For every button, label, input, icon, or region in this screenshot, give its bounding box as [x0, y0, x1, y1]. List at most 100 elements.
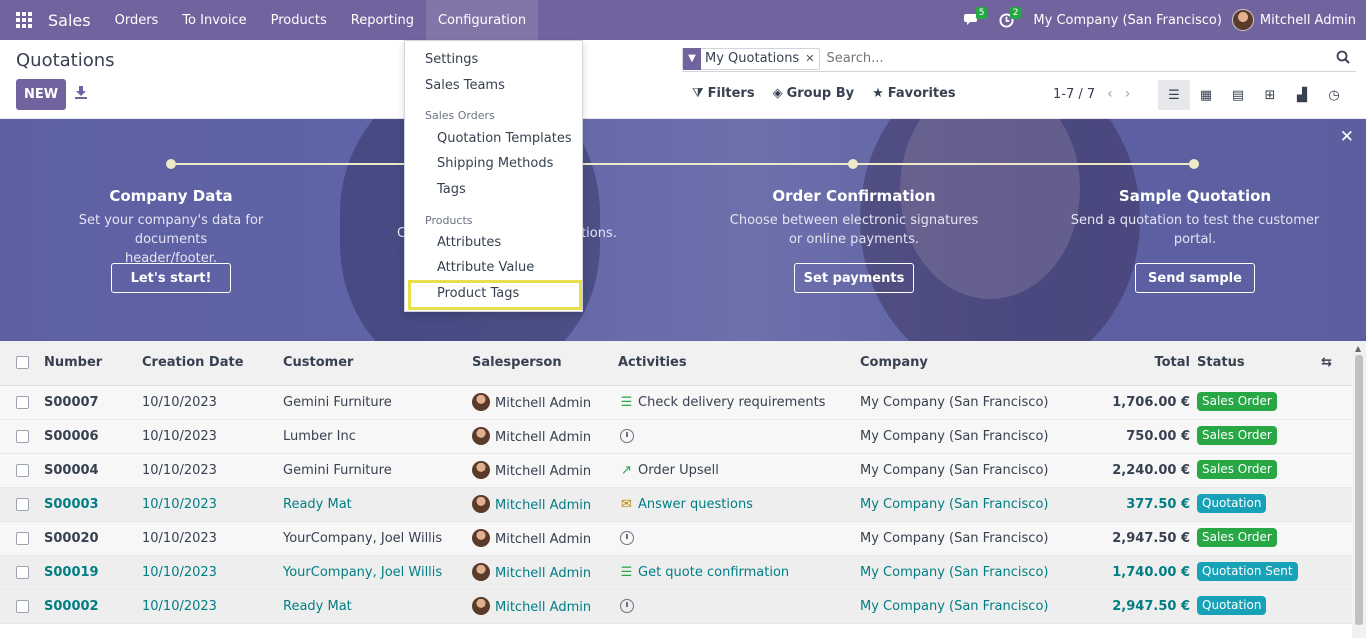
clock-icon: [620, 599, 634, 613]
row-activity[interactable]: ↗ Order Upsell: [618, 463, 719, 478]
row-checkbox[interactable]: [16, 532, 29, 545]
search-facet[interactable]: ▼ My Quotations ✕: [682, 47, 821, 70]
menu-item-attributes[interactable]: Attributes: [437, 235, 501, 250]
row-activity[interactable]: [620, 599, 634, 615]
menu-item-tags[interactable]: Tags: [437, 182, 466, 197]
table-row[interactable]: S00007 10/10/2023 Gemini Furniture Mitch…: [0, 386, 1352, 420]
menu-item-sales-teams[interactable]: Sales Teams: [425, 78, 505, 93]
row-total: 1,706.00 €: [1112, 395, 1190, 410]
activity-view-icon[interactable]: ◷: [1318, 80, 1350, 110]
menu-item-quotation-templates[interactable]: Quotation Templates: [437, 131, 572, 146]
filter-icon: ▼: [683, 47, 701, 70]
row-number: S00003: [44, 497, 99, 512]
new-button[interactable]: NEW: [16, 79, 66, 110]
scrollbar-thumb[interactable]: [1355, 355, 1363, 625]
optional-columns-icon[interactable]: ⇆: [1321, 355, 1332, 370]
salesperson-name: Mitchell Admin: [495, 464, 592, 479]
company-switcher[interactable]: My Company (San Francisco): [1023, 13, 1231, 28]
row-checkbox[interactable]: [16, 430, 29, 443]
row-customer: Ready Mat: [283, 599, 352, 614]
status-badge: Sales Order: [1197, 460, 1277, 479]
messages-icon[interactable]: 5: [955, 0, 989, 40]
activities-icon[interactable]: 2: [989, 0, 1023, 40]
row-activity[interactable]: ☰ Get quote confirmation: [618, 565, 789, 580]
set-payments-button[interactable]: Set payments: [794, 263, 914, 293]
search-bar: ▼ My Quotations ✕: [682, 46, 1356, 72]
step-sample-quotation: Sample Quotation Send a quotation to tes…: [1065, 187, 1325, 249]
nav-to-invoice[interactable]: To Invoice: [170, 0, 258, 40]
facet-label: My Quotations: [705, 51, 800, 66]
row-checkbox[interactable]: [16, 396, 29, 409]
header-salesperson[interactable]: Salesperson: [472, 355, 562, 370]
scrollbar[interactable]: ▲: [1352, 341, 1366, 638]
row-checkbox[interactable]: [16, 498, 29, 511]
row-number: S00020: [44, 531, 99, 546]
status-badge: Quotation: [1197, 494, 1267, 513]
download-icon[interactable]: [74, 85, 90, 103]
header-date[interactable]: Creation Date: [142, 355, 244, 370]
table-row[interactable]: S00003 10/10/2023 Ready Mat Mitchell Adm…: [0, 488, 1352, 522]
calendar-view-icon[interactable]: ▤: [1222, 80, 1254, 110]
select-all-checkbox[interactable]: [16, 356, 29, 369]
chevron-right-icon[interactable]: ›: [1125, 86, 1131, 102]
row-total: 2,947.50 €: [1112, 531, 1190, 546]
row-date: 10/10/2023: [142, 531, 217, 546]
table-header: Number Creation Date Customer Salesperso…: [0, 341, 1352, 386]
filters-button[interactable]: ⧩ Filters: [692, 86, 755, 101]
table-row[interactable]: S00002 10/10/2023 Ready Mat Mitchell Adm…: [0, 590, 1352, 624]
status-badge: Sales Order: [1197, 392, 1277, 411]
salesperson-name: Mitchell Admin: [495, 430, 592, 445]
lets-start-button[interactable]: Let's start!: [111, 263, 231, 293]
pager-value[interactable]: 1-7 / 7: [1053, 87, 1095, 102]
header-number[interactable]: Number: [44, 355, 102, 370]
list-view-icon[interactable]: ☰: [1158, 80, 1190, 110]
row-checkbox[interactable]: [16, 464, 29, 477]
nav-orders[interactable]: Orders: [103, 0, 171, 40]
header-customer[interactable]: Customer: [283, 355, 353, 370]
table-row[interactable]: S00020 10/10/2023 YourCompany, Joel Will…: [0, 522, 1352, 556]
row-activity[interactable]: ☰ Check delivery requirements: [618, 395, 826, 410]
pivot-view-icon[interactable]: ⊞: [1254, 80, 1286, 110]
row-checkbox[interactable]: [16, 566, 29, 579]
row-activity[interactable]: [620, 531, 634, 547]
page-title: Quotations: [16, 50, 115, 71]
row-activity[interactable]: ✉ Answer questions: [618, 497, 753, 512]
row-salesperson: Mitchell Admin: [472, 597, 591, 615]
menu-item-attribute-value[interactable]: Attribute Value: [437, 260, 534, 275]
kanban-view-icon[interactable]: ▦: [1190, 80, 1222, 110]
row-total: 2,240.00 €: [1112, 463, 1190, 478]
table-row[interactable]: S00006 10/10/2023 Lumber Inc Mitchell Ad…: [0, 420, 1352, 454]
close-icon[interactable]: ✕: [1340, 127, 1354, 147]
header-status[interactable]: Status: [1197, 355, 1245, 370]
step-dot: [1189, 159, 1199, 169]
header-company[interactable]: Company: [860, 355, 928, 370]
search-input[interactable]: [826, 51, 1327, 66]
app-menu-icon[interactable]: [0, 0, 48, 40]
close-icon[interactable]: ✕: [805, 52, 819, 65]
salesperson-name: Mitchell Admin: [495, 396, 592, 411]
send-sample-button[interactable]: Send sample: [1135, 263, 1255, 293]
table-row[interactable]: S00004 10/10/2023 Gemini Furniture Mitch…: [0, 454, 1352, 488]
row-activity[interactable]: [620, 429, 634, 445]
table-row[interactable]: S00019 10/10/2023 YourCompany, Joel Will…: [0, 556, 1352, 590]
menu-item-shipping-methods[interactable]: Shipping Methods: [437, 156, 553, 171]
header-total[interactable]: Total: [1080, 355, 1190, 370]
nav-reporting[interactable]: Reporting: [339, 0, 426, 40]
top-navbar: Sales Orders To Invoice Products Reporti…: [0, 0, 1366, 40]
group-by-button[interactable]: ◈ Group By: [773, 86, 854, 101]
graph-view-icon[interactable]: ▟: [1286, 80, 1318, 110]
app-brand[interactable]: Sales: [48, 11, 103, 30]
menu-item-settings[interactable]: Settings: [425, 52, 478, 67]
scroll-up-icon[interactable]: ▲: [1355, 344, 1361, 353]
user-menu[interactable]: Mitchell Admin: [1231, 9, 1366, 31]
chevron-left-icon[interactable]: ‹: [1107, 86, 1113, 102]
nav-configuration[interactable]: Configuration: [425, 0, 539, 40]
step-desc: portal.: [1173, 232, 1217, 247]
onboarding-banner: Company Data Set your company's data for…: [0, 119, 1366, 341]
search-icon[interactable]: [1336, 50, 1350, 68]
row-checkbox[interactable]: [16, 600, 29, 613]
nav-products[interactable]: Products: [259, 0, 339, 40]
favorites-button[interactable]: ★ Favorites: [872, 86, 956, 101]
menu-item-product-tags[interactable]: Product Tags: [437, 286, 519, 301]
header-activities[interactable]: Activities: [618, 355, 687, 370]
